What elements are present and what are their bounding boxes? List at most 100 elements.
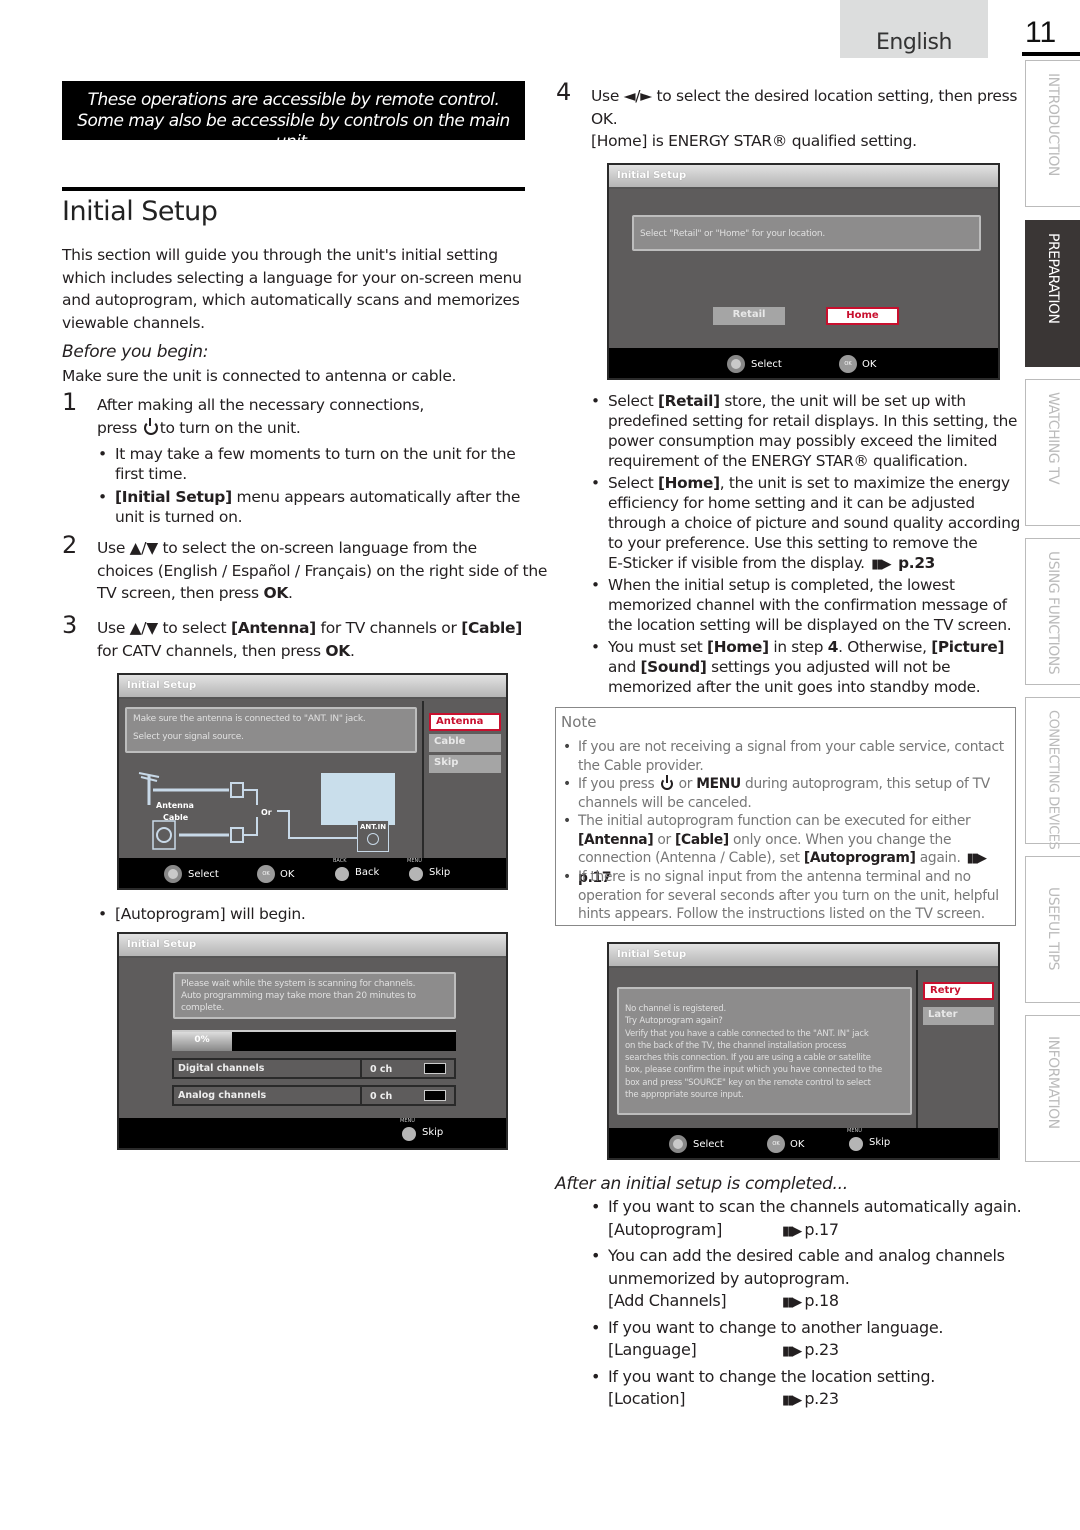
bold-ref: [Autoprogram] <box>115 905 226 923</box>
step-4-text: Use ◄/► to select the desired location s… <box>591 85 1017 153</box>
analog-channels-row: Analog channels 0 ch <box>172 1085 456 1106</box>
bold-ref: OK <box>325 641 350 660</box>
bold-ref: OK <box>591 109 613 128</box>
side-tab-information[interactable]: INFORMATION <box>1025 1015 1080 1162</box>
footer-ok: OK OK <box>767 1135 804 1153</box>
bullet-line: efficiency for home setting and it can b… <box>608 494 975 512</box>
dpad-icon <box>669 1135 687 1153</box>
tv-title: Initial Setup <box>119 675 506 699</box>
after-menu-ref[interactable]: [Location] ▮▮▶ p.23 <box>608 1388 935 1411</box>
step-text: for TV channels or <box>315 619 462 637</box>
after-menu-ref[interactable]: [Add Channels] ▮▮▶ p.18 <box>608 1290 1005 1313</box>
after-menu-ref[interactable]: [Autoprogram] ▮▮▶ p.17 <box>608 1219 1021 1242</box>
side-tab-introduction[interactable]: INTRODUCTION <box>1025 60 1080 207</box>
tv-message-line: Select your signal source. <box>133 731 244 742</box>
note-title: Note <box>561 713 597 731</box>
footer-select: Select <box>727 355 782 373</box>
progress-label: 0% <box>172 1032 232 1051</box>
row-value-cell: 0 ch <box>362 1087 454 1104</box>
after-desc-line: If you want to scan the channels automat… <box>608 1197 1022 1216</box>
tv-footer: Select OK OK MENU Skip <box>609 1128 998 1158</box>
option-antenna[interactable]: Antenna <box>429 713 501 731</box>
after-desc-line: You can add the desired cable and analog… <box>608 1246 1005 1265</box>
tv-message-line: searches this connection. If you are usi… <box>625 1053 871 1064</box>
bullet-line: predefined setting for retail displays. … <box>608 412 1018 430</box>
cable-wire <box>243 817 258 836</box>
tv-screen-location: Initial Setup Select "Retail" or "Home" … <box>607 163 1000 380</box>
dpad-icon <box>727 355 745 373</box>
menu-key-icon: MENU <box>847 1128 863 1151</box>
tv-message-line: Auto programming may take more than 20 m… <box>181 991 416 1001</box>
location-bullet: Select [Retail] store, the unit will be … <box>591 391 1018 471</box>
cable-socket <box>156 827 172 843</box>
step-number: 4 <box>556 78 572 106</box>
footer-label: Select <box>188 868 219 880</box>
ok-button-icon: OK <box>839 355 857 373</box>
tv-message-line: complete. <box>181 1003 225 1013</box>
back-key-icon: BACK <box>333 858 349 881</box>
footer-label: Skip <box>869 1136 891 1148</box>
antenna-wire <box>243 789 258 805</box>
tv-footer: Select OK OK <box>609 348 998 378</box>
tv-message-line: Verify that you have a cable connected t… <box>625 1028 869 1039</box>
intro-line: which includes selecting a language for … <box>62 268 522 287</box>
ok-button-icon: OK <box>257 865 275 883</box>
power-icon <box>143 417 158 435</box>
side-tab-connecting-devices[interactable]: CONNECTING DEVICES <box>1025 697 1080 849</box>
intro-paragraph: This section will guide you through the … <box>62 244 522 334</box>
key-caption: MENU <box>400 1118 415 1124</box>
option-retail[interactable]: Retail <box>713 307 785 325</box>
side-tab-useful-tips[interactable]: USEFUL TIPS <box>1025 856 1080 1003</box>
step-line: press to turn on the unit. <box>97 417 424 440</box>
intro-line: and autoprogram, which automatically sca… <box>62 291 520 309</box>
location-bullet: Select [Home], the unit is set to maximi… <box>591 473 1020 575</box>
tv-screen-autoprogram: Initial Setup Please wait while the syst… <box>117 932 508 1150</box>
footer-label: Skip <box>429 866 451 878</box>
step-text: for CATV channels, then press <box>97 641 326 660</box>
tv-message: Make sure the antenna is connected to "A… <box>125 707 417 753</box>
footer-label: Select <box>693 1138 724 1150</box>
autoprogram-begins: [Autoprogram] will begin. <box>98 904 306 924</box>
bullet-line: Select [Retail] store, the unit will be … <box>608 392 966 410</box>
step-2-text: Use ▲/▼ to select the on-screen language… <box>97 537 547 605</box>
step-line: OK. <box>591 108 1017 131</box>
bullet-line: requirement of the ENERGY STAR® qualific… <box>608 452 968 470</box>
step-line: After making all the necessary connectio… <box>97 396 425 414</box>
step-text: press <box>97 418 138 437</box>
note-item: If there is no signal input from the ant… <box>563 868 999 924</box>
option-cable[interactable]: Cable <box>429 734 501 752</box>
page-ref: p.17 <box>804 1219 839 1239</box>
bullet-text: menu appears automatically after the <box>231 488 521 506</box>
side-tab-watching-tv[interactable]: WATCHING TV <box>1025 379 1080 526</box>
intro-line: This section will guide you through the … <box>62 246 498 264</box>
page-ref-arrow-icon: ▮▮▶ <box>782 1344 802 1359</box>
bullet-text: will begin. <box>225 905 306 923</box>
scan-progress-bar: 0% <box>172 1030 456 1051</box>
step-1-bullet: It may take a few moments to turn on the… <box>98 444 516 484</box>
tv-screen-signal-source: Initial Setup Make sure the antenna is c… <box>117 673 508 890</box>
ok-button-icon: OK <box>767 1135 785 1153</box>
bullet-line: memorized channel with the confirmation … <box>608 596 1007 614</box>
tv-illustration <box>321 773 395 825</box>
tv-message-line: the appropriate source input. <box>625 1090 744 1101</box>
footer-ok: OK OK <box>257 865 294 883</box>
step-3-text: Use ▲/▼ to select [Antenna] for TV chann… <box>97 617 522 662</box>
side-tab-preparation[interactable]: PREPARATION <box>1025 220 1080 367</box>
option-later[interactable]: Later <box>923 1007 994 1025</box>
side-tab-label: INTRODUCTION <box>1045 73 1061 176</box>
after-menu-ref[interactable]: [Language] ▮▮▶ p.23 <box>608 1339 943 1362</box>
page-ref-group: ▮▮▶ p.18 <box>780 1290 839 1315</box>
side-tab-using-functions[interactable]: USING FUNCTIONS <box>1025 538 1080 685</box>
intro-line: viewable channels. <box>62 313 205 332</box>
key-caption: MENU <box>847 1128 862 1134</box>
banner-line: These operations are accessible by remot… <box>87 90 500 110</box>
page-number-rule <box>1022 52 1080 56</box>
option-home[interactable]: Home <box>826 307 899 325</box>
step-line: Use ▲/▼ to select the on-screen language… <box>97 539 477 557</box>
menu-key-icon: MENU <box>407 858 423 881</box>
row-label: Analog channels <box>174 1087 362 1104</box>
tv-title: Initial Setup <box>119 934 506 958</box>
bullet-line: memorized after the unit goes into stand… <box>608 678 981 696</box>
option-retry[interactable]: Retry <box>923 982 994 1000</box>
option-skip[interactable]: Skip <box>429 755 501 773</box>
